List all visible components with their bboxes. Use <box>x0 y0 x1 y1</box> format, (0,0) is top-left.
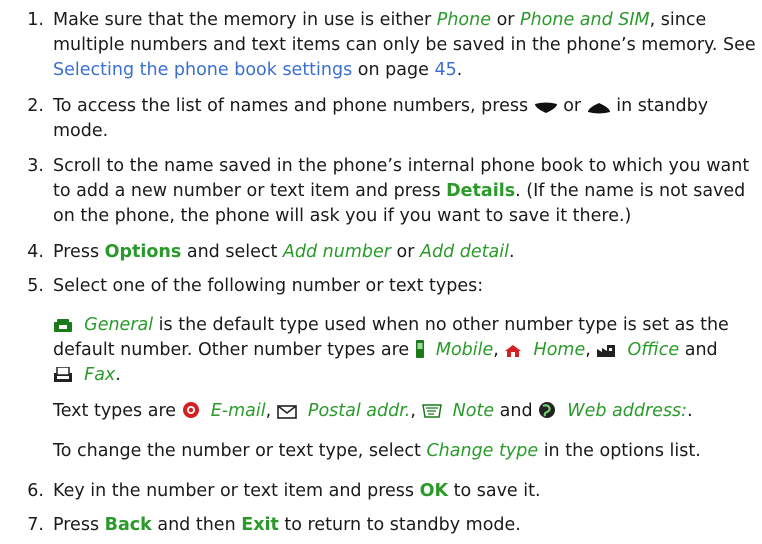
text: and select <box>181 242 283 262</box>
mobile-number-icon <box>415 340 425 358</box>
text: , <box>265 401 277 421</box>
step-text: To access the list of names and phone nu… <box>53 94 758 144</box>
add-detail-option: Add detail <box>420 242 509 262</box>
office-type: Office <box>627 340 680 360</box>
scroll-down-key-icon <box>534 102 558 114</box>
text: , <box>585 340 597 360</box>
step-text: Press Options and select Add number or A… <box>53 240 758 265</box>
mobile-type: Mobile <box>435 340 494 360</box>
step-text: Press Back and then Exit to return to st… <box>53 513 758 538</box>
postal-type: Postal addr. <box>307 401 411 421</box>
back-key: Back <box>104 515 152 535</box>
step-text: Make sure that the memory in use is eith… <box>53 8 758 83</box>
text: , <box>410 401 422 421</box>
text: To access the list of names and phone nu… <box>53 96 534 116</box>
text: to return to standby mode. <box>278 515 521 535</box>
text: to save it. <box>448 481 541 501</box>
general-number-icon <box>53 319 73 333</box>
manual-page: 1. Make sure that the memory in use is e… <box>0 0 762 544</box>
text: . <box>508 242 515 262</box>
settings-link[interactable]: Selecting the phone book settings <box>53 60 352 80</box>
web-address-icon <box>538 401 556 419</box>
email-type: E-mail <box>210 401 266 421</box>
memory-phone: Phone <box>436 10 491 30</box>
text: Text types are <box>53 401 182 421</box>
text: and then <box>151 515 242 535</box>
exit-key: Exit <box>241 515 279 535</box>
change-type-option: Change type <box>426 441 539 461</box>
number-types-paragraph: General is the default type used when no… <box>53 313 758 388</box>
text: To change the number or text type, selec… <box>53 441 427 461</box>
fax-number-icon <box>53 367 73 383</box>
scroll-up-key-icon <box>587 102 611 114</box>
step-text: Scroll to the name saved in the phone’s … <box>53 154 758 229</box>
page-link[interactable]: 45 <box>434 60 456 80</box>
step-number: 7. <box>27 515 44 535</box>
step-number: 5. <box>27 276 44 296</box>
details-key: Details <box>446 181 516 201</box>
step-number: 4. <box>27 242 44 262</box>
home-number-icon <box>504 344 522 358</box>
general-type: General <box>84 315 154 335</box>
text: in the options list. <box>538 441 701 461</box>
text: or <box>390 242 420 262</box>
text: Make sure that the memory in use is eith… <box>53 10 437 30</box>
text: Key in the number or text item and press <box>53 481 420 501</box>
text: or <box>491 10 521 30</box>
text: . <box>115 365 121 385</box>
text: , <box>493 340 505 360</box>
step-number: 2. <box>27 96 44 116</box>
office-number-icon <box>596 344 616 358</box>
step-number: 3. <box>27 156 44 176</box>
note-type: Note <box>452 401 495 421</box>
text: on page <box>352 60 435 80</box>
text: and <box>679 340 718 360</box>
text: and <box>494 401 539 421</box>
step-text: Key in the number or text item and press… <box>53 479 758 504</box>
change-type-paragraph: To change the number or text type, selec… <box>53 439 758 464</box>
options-key: Options <box>104 242 182 262</box>
text: . <box>687 401 693 421</box>
step-number: 6. <box>27 481 44 501</box>
text: or <box>557 96 587 116</box>
home-type: Home <box>533 340 586 360</box>
step-number: 1. <box>27 10 44 30</box>
web-type: Web address: <box>567 401 688 421</box>
text: . <box>456 60 463 80</box>
postal-address-icon <box>276 405 297 419</box>
text: Press <box>53 242 105 262</box>
text-types-paragraph: Text types are E-mail, Postal addr., Not… <box>53 399 758 424</box>
fax-type: Fax <box>84 365 116 385</box>
memory-phone-and-sim: Phone and SIM <box>520 10 650 30</box>
email-icon <box>182 401 200 419</box>
add-number-option: Add number <box>282 242 391 262</box>
step-text: Select one of the following number or te… <box>53 276 484 296</box>
text: Press <box>53 515 105 535</box>
note-icon <box>421 403 442 419</box>
ok-key: OK <box>419 481 449 501</box>
